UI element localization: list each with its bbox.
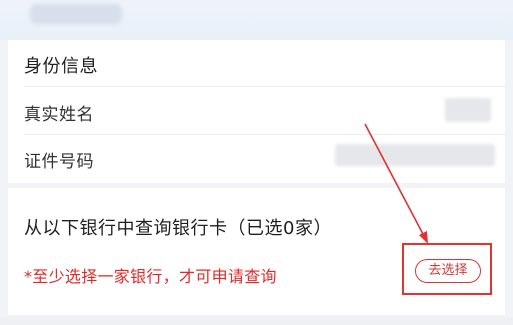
real-name-label: 真实姓名 bbox=[24, 105, 94, 125]
bank-section-title: 从以下银行中查询银行卡（已选0家） bbox=[24, 218, 332, 239]
choose-bank-button[interactable]: 去选择 bbox=[415, 259, 481, 283]
real-name-masked-value bbox=[445, 98, 491, 122]
choose-button-highlight-box: 去选择 bbox=[402, 243, 492, 295]
identity-card: 身份信息 真实姓名 证件号码 bbox=[8, 40, 505, 183]
divider bbox=[24, 86, 505, 87]
bottom-strip bbox=[0, 318, 513, 325]
top-header-strip bbox=[0, 0, 513, 40]
blurred-header-text bbox=[30, 4, 122, 24]
select-bank-warning: *至少选择一家银行，才可申请查询 bbox=[24, 267, 277, 286]
id-number-masked-value bbox=[335, 144, 495, 166]
bank-selection-card: 从以下银行中查询银行卡（已选0家） *至少选择一家银行，才可申请查询 去选择 bbox=[8, 188, 505, 315]
divider bbox=[24, 134, 505, 135]
id-number-label: 证件号码 bbox=[24, 152, 94, 172]
identity-section-title: 身份信息 bbox=[24, 56, 98, 77]
